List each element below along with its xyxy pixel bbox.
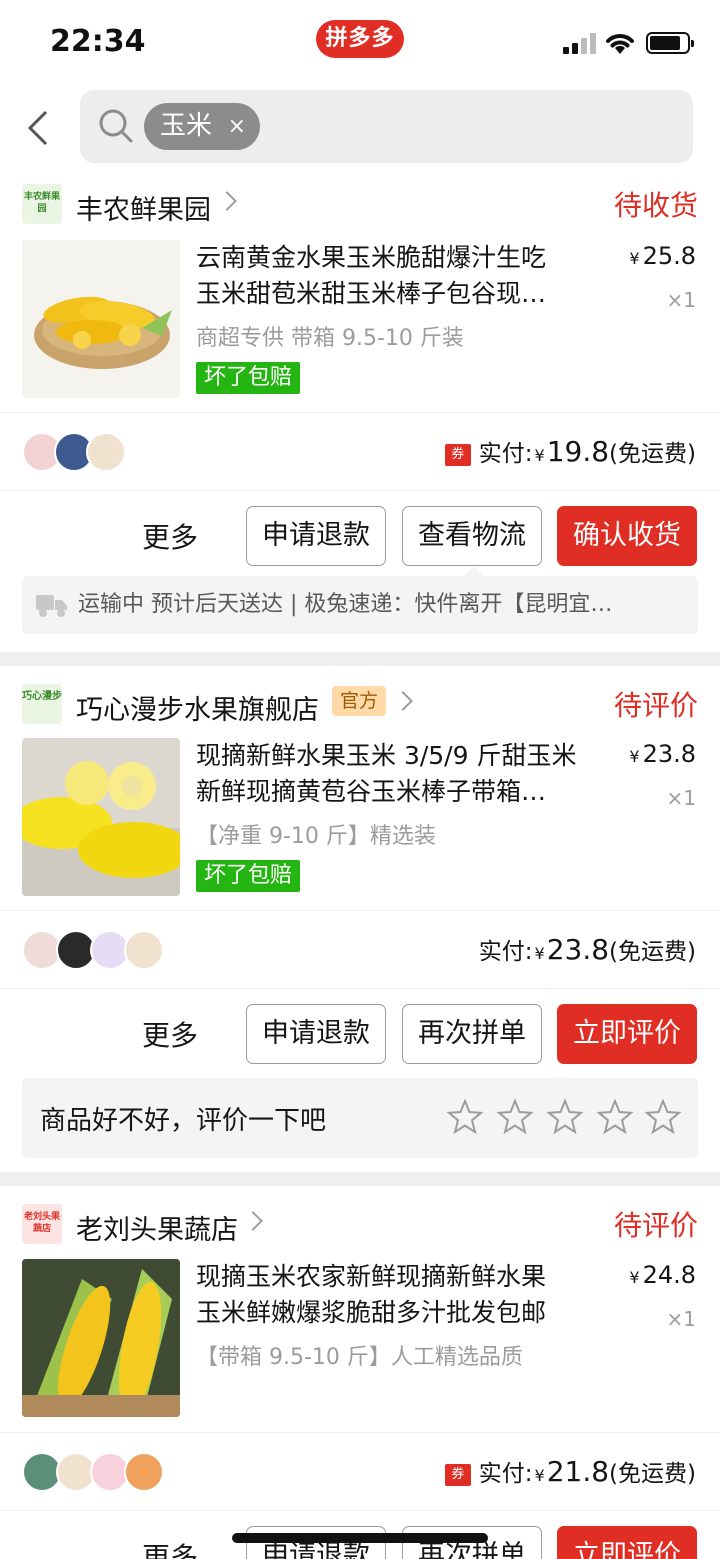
store-row[interactable]: 老刘头果蔬店 老刘头果蔬店 待评价 bbox=[22, 1204, 698, 1247]
quantity: ×1 bbox=[666, 786, 696, 810]
product-image[interactable] bbox=[22, 738, 180, 896]
unit-price: ¥23.8 bbox=[629, 740, 696, 768]
group-avatars bbox=[22, 930, 182, 970]
product-title-line: 现摘玉米农家新鲜现摘新鲜水果 bbox=[196, 1262, 547, 1291]
section-separator bbox=[0, 652, 720, 666]
more-button[interactable]: 更多 bbox=[142, 516, 198, 556]
star-icon[interactable] bbox=[496, 1098, 534, 1136]
product-image[interactable] bbox=[22, 240, 180, 398]
quantity: ×1 bbox=[666, 1307, 696, 1331]
avatar bbox=[124, 930, 164, 970]
divider bbox=[0, 988, 720, 989]
tooltip-arrow bbox=[464, 566, 484, 576]
unit-price: ¥25.8 bbox=[629, 242, 696, 270]
search-icon bbox=[99, 109, 133, 143]
star-rating[interactable] bbox=[446, 1098, 682, 1138]
star-icon[interactable] bbox=[546, 1098, 584, 1136]
paid-amount: 券实付: ¥19.8(免运费) bbox=[444, 434, 696, 468]
back-arrow-icon[interactable] bbox=[22, 108, 62, 148]
coupon-badge: 券 bbox=[444, 444, 471, 466]
chevron-right-icon bbox=[217, 191, 237, 211]
group-avatars bbox=[22, 1452, 182, 1492]
chevron-right-icon bbox=[393, 691, 413, 711]
wifi-icon bbox=[606, 34, 634, 54]
product-title-line: 新鲜现摘黄苞谷玉米棒子带箱… bbox=[196, 777, 547, 806]
status-bar: 22:34 拼多多 bbox=[0, 0, 720, 86]
product-spec: 【带箱 9.5-10 斤】人工精选品质 bbox=[196, 1345, 523, 1370]
avatar bbox=[86, 432, 126, 472]
reorder-button[interactable]: 再次拼单 bbox=[402, 1004, 542, 1064]
divider bbox=[0, 412, 720, 413]
product-title-line: 现摘新鲜水果玉米 3/5/9 斤甜玉米 bbox=[196, 741, 577, 770]
search-tag-label: 玉米 bbox=[160, 111, 213, 141]
product-spec: 商超专供 带箱 9.5-10 斤装 bbox=[196, 326, 464, 351]
store-logo: 丰农鲜果园 bbox=[22, 184, 62, 224]
product-title-line: 云南黄金水果玉米脆甜爆汁生吃 bbox=[196, 243, 547, 272]
order-status: 待评价 bbox=[613, 689, 698, 722]
status-time: 22:34 bbox=[50, 24, 146, 59]
guarantee-badge: 坏了包赔 bbox=[196, 860, 301, 892]
store-name[interactable]: 丰农鲜果园 bbox=[76, 188, 211, 227]
paid-amount: 实付: ¥23.8(免运费) bbox=[478, 933, 696, 966]
quantity: ×1 bbox=[666, 288, 696, 312]
unit-price: ¥24.8 bbox=[629, 1261, 696, 1289]
confirm-receipt-button[interactable]: 确认收货 bbox=[557, 506, 697, 566]
coupon-badge: 券 bbox=[444, 1464, 471, 1486]
divider bbox=[0, 1510, 720, 1511]
store-row[interactable]: 巧心漫步 巧心漫步水果旗舰店 官方 待评价 bbox=[22, 684, 698, 727]
order-actions: 更多 申请退款 查看物流 确认收货 bbox=[0, 506, 720, 566]
divider bbox=[0, 910, 720, 911]
product-title-line: 玉米甜苞米甜玉米棒子包谷现… bbox=[196, 279, 547, 308]
review-prompt[interactable]: 商品好不好，评价一下吧 bbox=[22, 1078, 698, 1158]
review-now-button[interactable]: 立即评价 bbox=[557, 1004, 697, 1064]
battery-icon bbox=[646, 32, 694, 54]
store-name[interactable]: 巧心漫步水果旗舰店 bbox=[76, 688, 319, 727]
product-title-line: 玉米鲜嫩爆浆脆甜多汁批发包邮 bbox=[196, 1298, 547, 1327]
search-tag[interactable]: 玉米 × bbox=[144, 103, 261, 150]
search-box[interactable]: 玉米 × bbox=[80, 90, 693, 163]
view-logistics-button[interactable]: 查看物流 bbox=[402, 506, 542, 566]
store-logo: 巧心漫步 bbox=[22, 684, 62, 724]
chevron-right-icon bbox=[243, 1211, 263, 1231]
product-title[interactable]: 现摘玉米农家新鲜现摘新鲜水果 玉米鲜嫩爆浆脆甜多汁批发包邮 bbox=[196, 1259, 596, 1331]
star-icon[interactable] bbox=[596, 1098, 634, 1136]
paid-amount: 券实付: ¥21.8(免运费) bbox=[444, 1454, 696, 1488]
truck-icon bbox=[36, 595, 67, 617]
product-spec: 【净重 9-10 斤】精选装 bbox=[196, 824, 436, 849]
product-title[interactable]: 云南黄金水果玉米脆甜爆汁生吃 玉米甜苞米甜玉米棒子包谷现… bbox=[196, 240, 596, 312]
review-prompt-text: 商品好不好，评价一下吧 bbox=[40, 1106, 327, 1136]
more-button[interactable]: 更多 bbox=[142, 1536, 198, 1559]
app-badge: 拼多多 bbox=[316, 20, 404, 58]
product-title[interactable]: 现摘新鲜水果玉米 3/5/9 斤甜玉米 新鲜现摘黄苞谷玉米棒子带箱… bbox=[196, 738, 596, 810]
official-badge: 官方 bbox=[332, 686, 387, 716]
review-now-button[interactable]: 立即评价 bbox=[557, 1526, 697, 1559]
store-name[interactable]: 老刘头果蔬店 bbox=[76, 1208, 238, 1247]
logistics-text: 运输中 预计后天送达 | 极兔速递：快件离开【昆明宜… bbox=[78, 592, 613, 617]
more-button[interactable]: 更多 bbox=[142, 1014, 198, 1054]
avatar bbox=[124, 1452, 164, 1492]
divider bbox=[0, 1432, 720, 1433]
request-refund-button[interactable]: 申请退款 bbox=[246, 506, 386, 566]
guarantee-badge: 坏了包赔 bbox=[196, 362, 301, 394]
signal-icon bbox=[563, 32, 599, 54]
section-separator bbox=[0, 1172, 720, 1186]
order-status: 待收货 bbox=[613, 189, 698, 222]
request-refund-button[interactable]: 申请退款 bbox=[246, 1004, 386, 1064]
logistics-info[interactable]: 运输中 预计后天送达 | 极兔速递：快件离开【昆明宜… bbox=[22, 576, 698, 634]
star-icon[interactable] bbox=[644, 1098, 682, 1136]
star-icon[interactable] bbox=[446, 1098, 484, 1136]
product-image[interactable] bbox=[22, 1259, 180, 1417]
group-avatars bbox=[22, 432, 182, 472]
divider bbox=[0, 490, 720, 491]
home-indicator[interactable] bbox=[232, 1533, 488, 1543]
clear-tag-icon[interactable]: × bbox=[228, 103, 246, 150]
store-logo: 老刘头果蔬店 bbox=[22, 1204, 62, 1244]
order-status: 待评价 bbox=[613, 1209, 698, 1242]
order-actions: 更多 申请退款 再次拼单 立即评价 bbox=[0, 1004, 720, 1064]
store-row[interactable]: 丰农鲜果园 丰农鲜果园 待收货 bbox=[22, 184, 698, 227]
